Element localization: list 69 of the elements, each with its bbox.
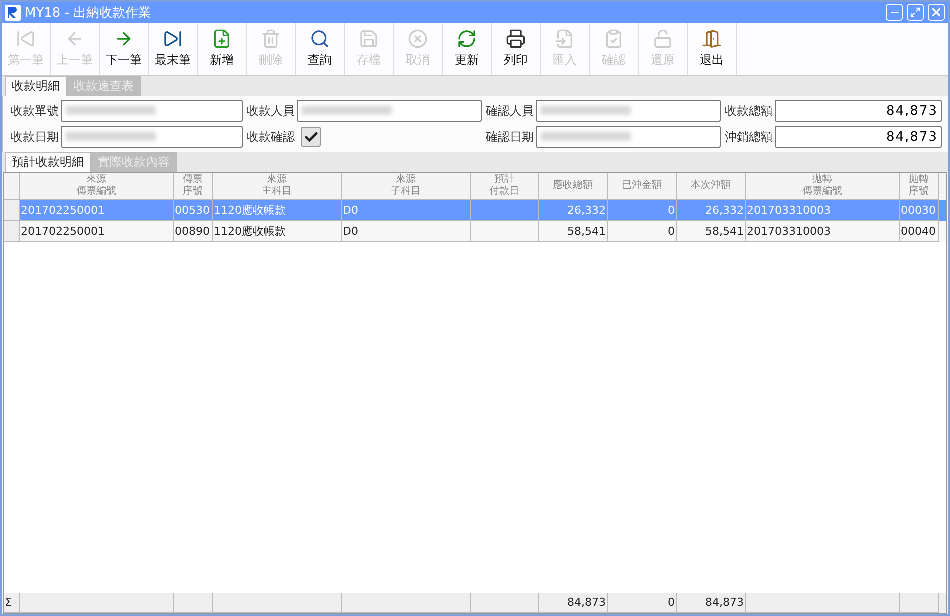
table-cell: 58,541 — [539, 221, 608, 242]
table-cell: 00040 — [900, 221, 939, 242]
table-cell: 00890 — [174, 221, 213, 242]
field-label: 收款人員 — [247, 102, 295, 120]
app-logo-icon — [5, 4, 21, 20]
refresh-icon — [457, 29, 477, 49]
toolbar-button[interactable]: 列印 — [492, 23, 541, 75]
column-header[interactable]: 傳票序號 — [174, 173, 213, 200]
trash-icon — [261, 29, 281, 49]
table-cell: 201702250001 — [20, 221, 174, 242]
input-field[interactable]: 84,873 — [775, 100, 942, 122]
column-header[interactable]: 應收總額 — [539, 173, 608, 200]
checkmark-icon — [304, 130, 318, 144]
field-label: 收款單號 — [11, 102, 59, 120]
unlock-icon — [653, 29, 673, 49]
table-row[interactable]: 201702250001 00530 1120應收帳款 D0 26,332 0 26,332 201703310003 00030 — [4, 200, 946, 221]
toolbar-button[interactable]: 下一筆 — [100, 23, 149, 75]
column-header[interactable]: 來源傳票編號 — [20, 173, 174, 200]
field-label: 沖銷總額 — [725, 128, 773, 146]
tab[interactable]: 預計收款明細 — [5, 152, 91, 172]
skip-back-icon — [16, 29, 36, 49]
input-field[interactable] — [536, 126, 721, 148]
field-label: 確認日期 — [486, 128, 534, 146]
total-cell: 0 — [608, 593, 677, 613]
toolbar-button[interactable]: 查詢 — [296, 23, 345, 75]
clipboard-check-icon — [604, 29, 624, 49]
close-icon — [930, 6, 943, 19]
input-field[interactable]: 84,873 — [775, 126, 942, 148]
table-cell: 58,541 — [677, 221, 746, 242]
column-header[interactable]: 來源主科目 — [213, 173, 342, 200]
field-label: 確認人員 — [486, 102, 534, 120]
field-label: 收款總額 — [725, 102, 773, 120]
file-import-icon — [555, 29, 575, 49]
table-cell: 1120應收帳款 — [213, 221, 342, 242]
table-cell: 201703310003 — [746, 221, 900, 242]
skip-forward-icon — [163, 29, 183, 49]
field-label: 收款確認 — [247, 128, 295, 146]
window-title: MY18 - 出納收款作業 — [25, 4, 153, 22]
column-header[interactable]: 預計付款日 — [471, 173, 539, 200]
maximize-icon — [910, 7, 921, 18]
total-cell: 84,873 — [539, 593, 608, 613]
input-field[interactable] — [536, 100, 721, 122]
toolbar-button[interactable]: 退出 — [688, 23, 737, 75]
checkbox[interactable] — [301, 127, 321, 147]
table-cell: 0 — [608, 221, 677, 242]
file-plus-icon — [212, 29, 232, 49]
field-label: 收款日期 — [11, 128, 59, 146]
door-icon — [702, 29, 722, 49]
column-header[interactable]: 拋轉序號 — [900, 173, 939, 200]
table-row[interactable]: 201702250001 00890 1120應收帳款 D0 58,541 0 58,541 201703310003 00040 — [4, 221, 946, 242]
printer-icon — [506, 29, 526, 49]
search-icon — [310, 29, 330, 49]
toolbar-button[interactable]: 更新 — [443, 23, 492, 75]
close-button[interactable] — [928, 4, 945, 21]
column-header[interactable]: 拋轉傳票編號 — [746, 173, 900, 200]
input-field[interactable] — [297, 100, 482, 122]
maximize-button[interactable] — [907, 4, 924, 21]
column-header[interactable]: 來源子科目 — [342, 173, 471, 200]
input-field[interactable] — [61, 100, 243, 122]
input-field[interactable] — [61, 126, 243, 148]
x-circle-icon — [408, 29, 428, 49]
toolbar-button[interactable]: 最末筆 — [149, 23, 198, 75]
column-header[interactable]: 本次沖額 — [677, 173, 746, 200]
toolbar-button[interactable]: 新增 — [198, 23, 247, 75]
total-cell: 84,873 — [677, 593, 746, 613]
table-cell: D0 — [342, 221, 471, 242]
column-header[interactable]: 已沖金額 — [608, 173, 677, 200]
minimize-button[interactable] — [886, 4, 903, 21]
tab[interactable]: 收款明細 — [5, 76, 67, 96]
